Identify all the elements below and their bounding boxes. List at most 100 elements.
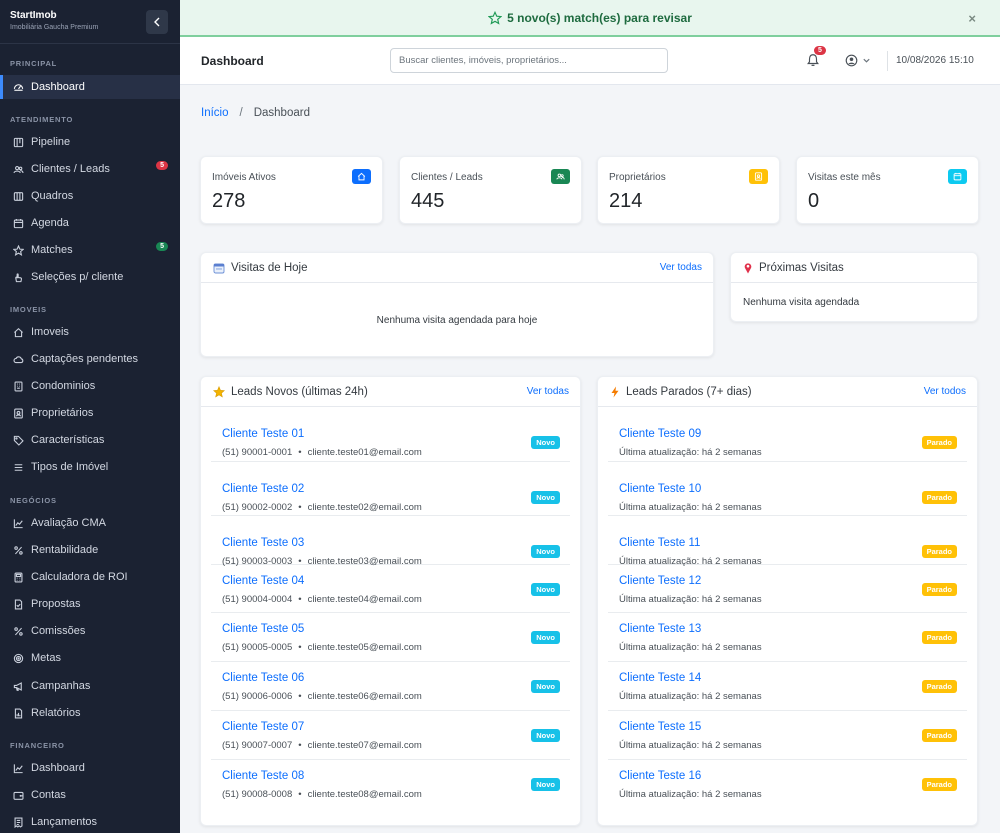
list-item[interactable]: Cliente Teste 04 (51) 90004-0004 • cliente.…	[211, 565, 570, 613]
sidebar-item-relatórios[interactable]: Relatórios	[0, 701, 180, 725]
user-circle-icon	[845, 54, 858, 67]
list-item[interactable]: Cliente Teste 14 Última atualização: há 2…	[608, 662, 967, 711]
sidebar-item-label: Imoveis	[31, 326, 69, 338]
panel-title: Leads Parados (7+ dias)	[626, 385, 752, 398]
lead-name-link[interactable]: Cliente Teste 14	[619, 672, 701, 684]
list-item[interactable]: Cliente Teste 03 (51) 90003-0003 • cliente.…	[211, 516, 570, 567]
list-item[interactable]: Cliente Teste 06 (51) 90006-0006 • cliente.…	[211, 662, 570, 711]
sidebar-item-label: Lançamentos	[31, 816, 98, 828]
panel-title: Visitas de Hoje	[231, 261, 308, 274]
pin-icon	[743, 262, 753, 274]
lead-name-link[interactable]: Cliente Teste 12	[619, 575, 701, 587]
lead-name-link[interactable]: Cliente Teste 07	[222, 721, 304, 733]
list-item[interactable]: Cliente Teste 10 Última atualização: há 2…	[608, 462, 967, 516]
lead-email: cliente.teste01@email.com	[307, 447, 422, 458]
match-alert-text[interactable]: 5 novo(s) match(es) para revisar	[507, 11, 692, 25]
sidebar-item-agenda[interactable]: Agenda	[0, 211, 180, 235]
sidebar-collapse-button[interactable]	[146, 10, 168, 34]
list-item[interactable]: Cliente Teste 02 (51) 90002-0002 • cliente.…	[211, 462, 570, 516]
panel-title: Próximas Visitas	[759, 261, 844, 274]
status-badge: Parado	[921, 631, 957, 644]
search-input[interactable]	[390, 48, 668, 73]
panel-header: Próximas Visitas	[731, 253, 977, 283]
sidebar-item-metas[interactable]: Metas	[0, 646, 180, 670]
list-item[interactable]: Cliente Teste 11 Última atualização: há 2…	[608, 516, 967, 567]
lead-name-link[interactable]: Cliente Teste 06	[222, 672, 304, 684]
lead-name-link[interactable]: Cliente Teste 11	[619, 537, 700, 549]
sidebar-item-proprietários[interactable]: Proprietários	[0, 401, 180, 425]
dashboard-icon	[12, 81, 24, 93]
sidebar-item-captações-pendentes[interactable]: Captações pendentes	[0, 347, 180, 371]
sidebar-item-quadros[interactable]: Quadros	[0, 184, 180, 208]
bell-icon[interactable]	[806, 53, 820, 67]
view-all-link[interactable]: Ver todos	[924, 386, 966, 397]
hand-icon	[12, 271, 24, 283]
lead-name-link[interactable]: Cliente Teste 10	[619, 483, 701, 495]
sidebar-item-dashboard[interactable]: Dashboard	[0, 756, 180, 780]
lead-name-link[interactable]: Cliente Teste 16	[619, 770, 701, 782]
file-check-icon	[12, 598, 24, 610]
sidebar-item-seleções-p-cliente[interactable]: Seleções p/ cliente	[0, 265, 180, 289]
lead-name-link[interactable]: Cliente Teste 01	[222, 428, 304, 440]
sidebar-item-label: Agenda	[31, 217, 69, 229]
list-item[interactable]: Cliente Teste 08 (51) 90008-0008 • cliente.…	[211, 760, 570, 809]
sidebar-item-calculadora-de-roi[interactable]: Calculadora de ROI	[0, 565, 180, 589]
user-menu[interactable]	[845, 54, 871, 67]
status-badge: Novo	[531, 729, 560, 742]
status-badge: Parado	[921, 436, 957, 449]
sidebar-item-características[interactable]: Características	[0, 428, 180, 452]
sidebar-item-label: Calculadora de ROI	[31, 571, 128, 583]
list-item[interactable]: Cliente Teste 16 Última atualização: há 2…	[608, 760, 967, 809]
count-badge: 5	[156, 161, 168, 170]
sidebar-item-contas[interactable]: Contas	[0, 783, 180, 807]
sidebar-item-dashboard[interactable]: Dashboard	[0, 75, 180, 99]
list-item[interactable]: Cliente Teste 15 Última atualização: há 2…	[608, 711, 967, 760]
list-item[interactable]: Cliente Teste 01 (51) 90001-0001 • cliente.…	[211, 407, 570, 462]
sidebar: StartImob Imobiliária Gaucha Premium PRI…	[0, 0, 180, 833]
list-item[interactable]: Cliente Teste 05 (51) 90005-0005 • cliente.…	[211, 613, 570, 662]
people-icon	[12, 163, 24, 175]
view-all-link[interactable]: Ver todas	[660, 262, 702, 273]
empty-state-text: Nenhuma visita agendada para hoje	[376, 315, 538, 326]
status-badge: Parado	[921, 680, 957, 693]
sidebar-item-clientes-leads[interactable]: Clientes / Leads 5	[0, 157, 180, 181]
breadcrumb-home-link[interactable]: Início	[201, 107, 229, 119]
sidebar-item-imoveis[interactable]: Imoveis	[0, 320, 180, 344]
sidebar-item-matches[interactable]: Matches 5	[0, 238, 180, 262]
sidebar-item-propostas[interactable]: Propostas	[0, 592, 180, 616]
sidebar-item-lançamentos[interactable]: Lançamentos	[0, 810, 180, 833]
chevron-down-icon	[863, 58, 870, 63]
sidebar-item-rentabilidade[interactable]: Rentabilidade	[0, 538, 180, 562]
lead-name-link[interactable]: Cliente Teste 04	[222, 575, 304, 587]
list-item[interactable]: Cliente Teste 12 Última atualização: há 2…	[608, 565, 967, 613]
lead-name-link[interactable]: Cliente Teste 08	[222, 770, 304, 782]
megaphone-icon	[12, 680, 24, 692]
sidebar-item-condominios[interactable]: Condominios	[0, 374, 180, 398]
lead-name-link[interactable]: Cliente Teste 02	[222, 483, 304, 495]
sidebar-item-comissões[interactable]: Comissões	[0, 619, 180, 643]
building-icon	[12, 380, 24, 392]
star-icon	[488, 10, 503, 25]
list-item[interactable]: Cliente Teste 09 Última atualização: há 2…	[608, 407, 967, 462]
sidebar-item-pipeline[interactable]: Pipeline	[0, 130, 180, 154]
stale-leads-panel: Leads Parados (7+ dias) Ver todos Client…	[597, 376, 978, 826]
view-all-link[interactable]: Ver todas	[527, 386, 569, 397]
list-item[interactable]: Cliente Teste 13 Última atualização: há 2…	[608, 613, 967, 662]
close-icon[interactable]: ×	[968, 11, 976, 26]
columns-icon	[12, 190, 24, 202]
list-item[interactable]: Cliente Teste 07 (51) 90007-0007 • cliente.…	[211, 711, 570, 760]
lead-name-link[interactable]: Cliente Teste 05	[222, 623, 304, 635]
sidebar-item-label: Relatórios	[31, 707, 81, 719]
star-icon	[12, 244, 24, 256]
sidebar-item-campanhas[interactable]: Campanhas	[0, 674, 180, 698]
status-badge: Novo	[531, 491, 560, 504]
panel-title: Leads Novos (últimas 24h)	[231, 385, 368, 398]
separator-dot: •	[298, 691, 302, 702]
lead-name-link[interactable]: Cliente Teste 15	[619, 721, 701, 733]
lead-name-link[interactable]: Cliente Teste 09	[619, 428, 701, 440]
sidebar-item-avaliação-cma[interactable]: Avaliação CMA	[0, 511, 180, 535]
wallet-icon	[12, 789, 24, 801]
lead-name-link[interactable]: Cliente Teste 13	[619, 623, 701, 635]
lead-name-link[interactable]: Cliente Teste 03	[222, 537, 304, 549]
sidebar-item-tipos-de-imóvel[interactable]: Tipos de Imóvel	[0, 455, 180, 479]
